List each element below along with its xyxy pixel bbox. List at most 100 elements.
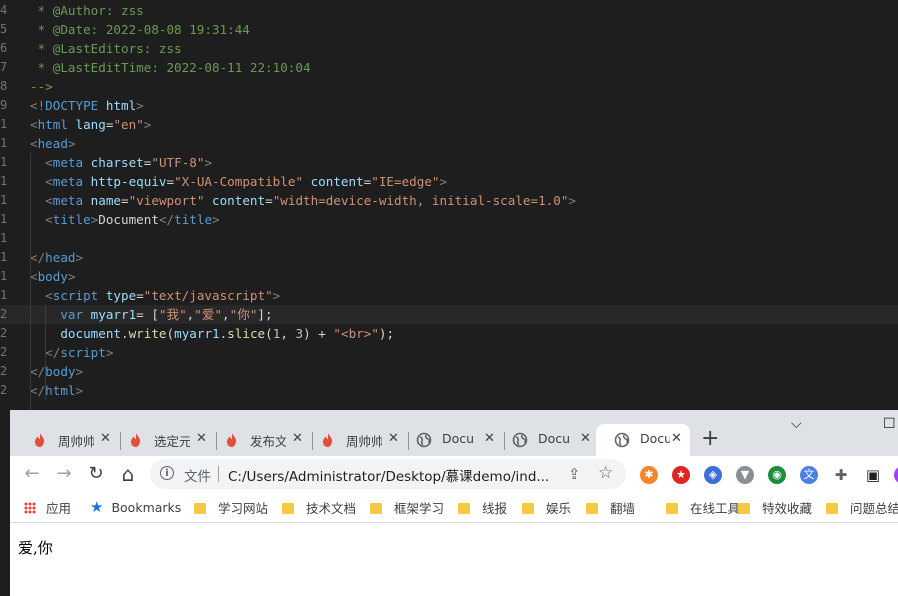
reload-button[interactable]: ↻ xyxy=(82,460,110,488)
code-token: script xyxy=(60,345,106,360)
code-line[interactable]: 23 </body> xyxy=(0,362,898,381)
star-icon: ★ xyxy=(90,498,104,516)
maximize-icon[interactable]: ☐ xyxy=(883,416,896,432)
code-line[interactable]: 15 <title>Document</title> xyxy=(0,210,898,229)
code-text: --> xyxy=(30,77,53,96)
code-token: head xyxy=(37,136,68,151)
code-line[interactable]: 11 <head> xyxy=(0,134,898,153)
tab-title: 周帅帅 xyxy=(346,434,382,449)
bookmark-folder[interactable]: 特效收藏 xyxy=(738,498,812,518)
code-token: var xyxy=(30,307,84,322)
bookmark-label: 框架学习 xyxy=(394,501,445,516)
code-line[interactable]: 9 <!DOCTYPE html> xyxy=(0,96,898,115)
ext-orange-icon[interactable]: ✱ xyxy=(640,466,658,484)
bookmark-folder[interactable]: 问题总结 xyxy=(826,498,898,518)
code-line[interactable]: 8 --> xyxy=(0,77,898,96)
code-line[interactable]: 18 <body> xyxy=(0,267,898,286)
code-line[interactable]: 24 </html> xyxy=(0,381,898,400)
tab[interactable]: Docu ✕ xyxy=(504,424,600,456)
home-button[interactable]: ⌂ xyxy=(114,460,142,488)
code-line[interactable]: 14 <meta name="viewport" content="width=… xyxy=(0,191,898,210)
code-line[interactable]: 10 <html lang="en"> xyxy=(0,115,898,134)
code-line[interactable]: 7 * @LastEditTime: 2022-08-11 22:10:04 xyxy=(0,58,898,77)
code-token: > xyxy=(143,117,152,132)
ext-translate-icon[interactable]: 文 xyxy=(800,466,818,484)
code-token: name xyxy=(83,193,122,208)
share-icon[interactable]: ⇪ xyxy=(568,465,581,483)
fire-icon xyxy=(320,432,336,448)
tab[interactable]: 周帅帅 ✕ xyxy=(312,424,408,456)
ext-blue-icon[interactable]: ◈ xyxy=(704,466,722,484)
tab-active[interactable]: Docu ✕ xyxy=(596,424,690,456)
close-tab-icon[interactable]: ✕ xyxy=(100,431,111,446)
code-text: <head> xyxy=(30,134,76,153)
bookmark-label: 特效收藏 xyxy=(762,501,813,516)
new-tab-button[interactable]: + xyxy=(701,426,719,452)
bookmark-folder[interactable]: 学习网站 xyxy=(194,498,268,518)
code-line[interactable]: 6 * @LastEditors: zss xyxy=(0,39,898,58)
code-line[interactable]: 17 </head> xyxy=(0,248,898,267)
code-line[interactable]: 5 * @Date: 2022-08-08 19:31:44 xyxy=(0,20,898,39)
code-line[interactable]: 20 var myarr1= ["我","爱","你"]; xyxy=(0,305,898,324)
bookmark-folder[interactable]: 线报 xyxy=(458,498,507,518)
code-token: html xyxy=(37,117,68,132)
code-token: "<br>" xyxy=(333,326,379,341)
apps-grid-icon xyxy=(24,502,36,514)
code-token: ( xyxy=(166,326,175,341)
ext-vue-icon[interactable]: ▼ xyxy=(736,466,754,484)
bookmarks-link[interactable]: ★ Bookmarks xyxy=(90,498,181,518)
back-button[interactable]: ← xyxy=(18,460,46,488)
code-line[interactable]: 13 <meta http-equiv="X-UA-Compatible" co… xyxy=(0,172,898,191)
tab[interactable]: Docu ✕ xyxy=(408,424,504,456)
line-number: 13 xyxy=(0,174,8,188)
ext-red-star-icon[interactable]: ★ xyxy=(672,466,690,484)
close-tab-icon[interactable]: ✕ xyxy=(196,431,207,446)
code-line[interactable]: 21 document.write(myarr1.slice(1, 3) + "… xyxy=(0,324,898,343)
bookmark-folder[interactable]: 娱乐 xyxy=(522,498,571,518)
folder-icon xyxy=(826,503,838,514)
bookmark-folder[interactable]: 框架学习 xyxy=(370,498,444,518)
code-line[interactable]: 4 * @Author: zss xyxy=(0,1,898,20)
code-editor[interactable]: 4 * @Author: zss 5 * @Date: 2022-08-08 19… xyxy=(0,0,898,410)
close-tab-icon[interactable]: ✕ xyxy=(484,431,495,446)
code-token: < xyxy=(30,212,53,227)
code-line[interactable]: 19 <script type="text/javascript"> xyxy=(0,286,898,305)
bookmark-folder[interactable]: 技术文档 xyxy=(282,498,356,518)
code-token: "X-UA-Compatible" xyxy=(174,174,303,189)
address-bar[interactable]: i 文件 C:/Users/Administrator/Desktop/慕课de… xyxy=(150,459,626,489)
code-token: body xyxy=(45,364,76,379)
code-text: </script> xyxy=(30,343,113,362)
ext-green-icon[interactable]: ◉ xyxy=(768,466,786,484)
code-text: <!DOCTYPE html> xyxy=(30,96,144,115)
code-line[interactable]: 16 xyxy=(0,229,898,248)
close-tab-icon[interactable]: ✕ xyxy=(580,431,591,446)
code-line[interactable]: 12 <meta charset="UTF-8"> xyxy=(0,153,898,172)
code-token: 3 xyxy=(295,326,304,341)
tab[interactable]: 选定元 ✕ xyxy=(120,424,216,456)
code-line[interactable]: 22 </script> xyxy=(0,343,898,362)
forward-button[interactable]: → xyxy=(50,460,78,488)
close-tab-icon[interactable]: ✕ xyxy=(292,431,303,446)
tab-strip: + ⌵ ☐ 周帅帅 ✕ 选定元 ✕ 发布文 ✕ 周帅帅 ✕ Docu ✕ Docu ✕ Docu ✕ xyxy=(10,410,898,456)
bookmark-star-icon[interactable]: ☆ xyxy=(598,463,613,483)
tab[interactable]: 发布文 ✕ xyxy=(216,424,312,456)
bookmark-folder[interactable]: 翻墙 xyxy=(586,498,635,518)
bookmark-folder[interactable]: 在线工具 xyxy=(666,498,740,518)
profile-icon[interactable]: ● xyxy=(894,466,898,484)
tab-search-icon[interactable]: ⌵ xyxy=(791,416,802,432)
code-token: </ xyxy=(158,212,175,227)
code-token: < xyxy=(30,155,53,170)
close-tab-icon[interactable]: ✕ xyxy=(388,431,399,446)
sidebar-icon[interactable]: ▣ xyxy=(864,466,882,484)
tab[interactable]: 周帅帅 ✕ xyxy=(24,424,120,456)
info-icon[interactable]: i xyxy=(160,466,174,480)
code-token: = xyxy=(265,193,273,208)
puzzle-icon[interactable]: ✚ xyxy=(832,466,850,484)
code-text: <title>Document</title> xyxy=(30,210,219,229)
close-tab-icon[interactable]: ✕ xyxy=(671,431,682,446)
apps-bookmark[interactable]: 应用 xyxy=(24,498,71,518)
code-token: = [ xyxy=(136,307,159,322)
code-token: * @Author: zss xyxy=(30,3,144,18)
address-url[interactable]: C:/Users/Administrator/Desktop/慕课demo/in… xyxy=(228,465,549,485)
code-token: > xyxy=(272,288,281,303)
